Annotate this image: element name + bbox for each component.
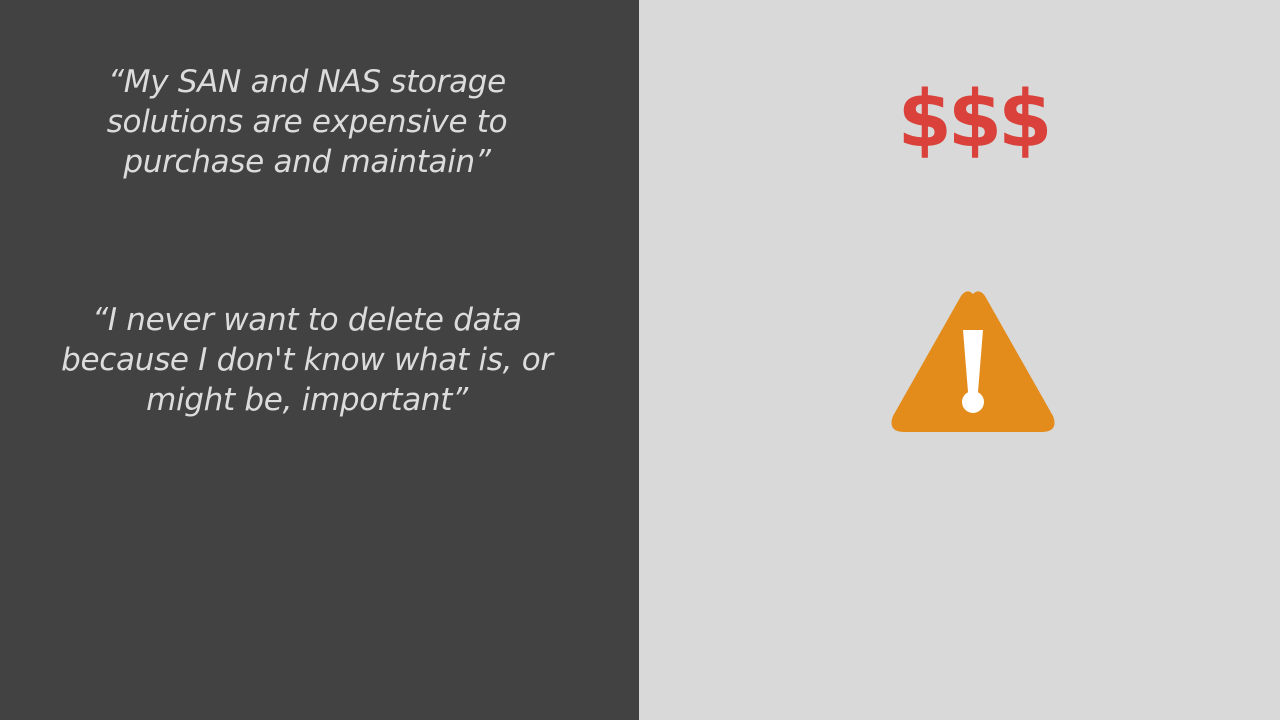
quote-data-retention: “I never want to delete data because I d…	[61, 302, 553, 418]
cost-dollar-signs: $$$	[897, 75, 1053, 165]
quote-storage-cost: “My SAN and NAS storage solutions are ex…	[106, 64, 508, 180]
warning-icon	[891, 291, 1055, 432]
exclamation-dot	[962, 391, 984, 413]
right-panel: $$$	[639, 0, 1280, 720]
left-panel: “My SAN and NAS storage solutions are ex…	[0, 0, 639, 720]
